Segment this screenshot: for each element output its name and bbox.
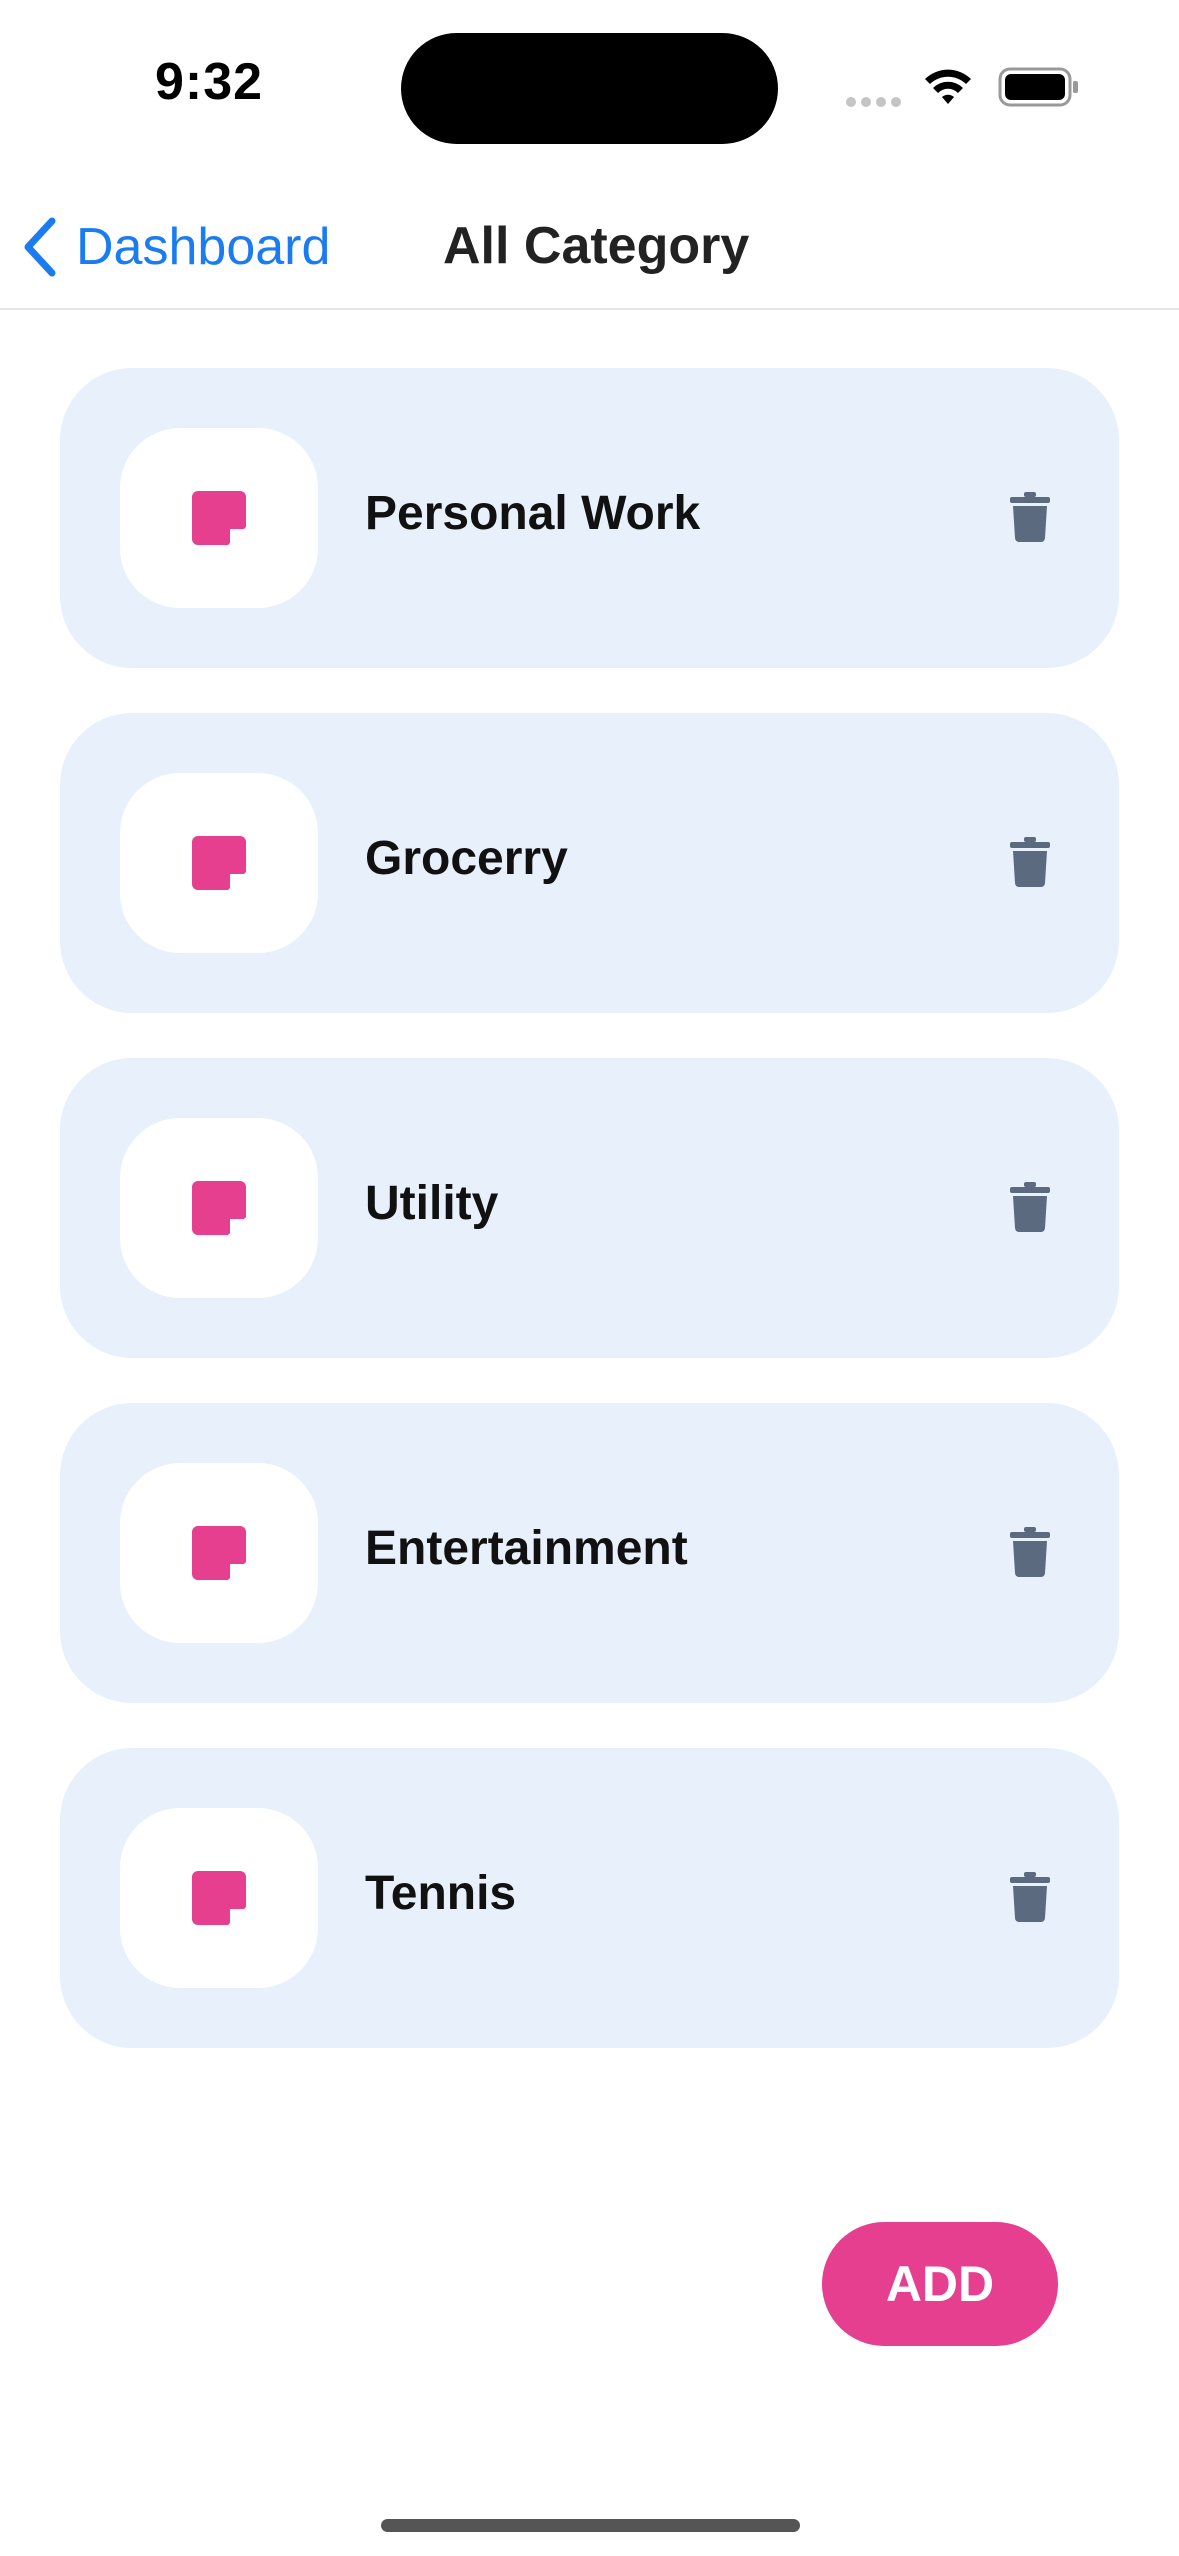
category-icon-tile xyxy=(120,1463,318,1643)
category-list: Personal Work Grocerry Utility Entertain… xyxy=(60,368,1119,2093)
navigation-bar: Dashboard All Category xyxy=(0,170,1179,310)
category-name: Entertainment xyxy=(365,1522,688,1575)
category-name: Grocerry xyxy=(365,832,568,885)
add-button[interactable]: ADD xyxy=(822,2222,1058,2346)
category-icon-tile xyxy=(120,773,318,953)
trash-icon[interactable] xyxy=(1010,837,1050,887)
trash-icon[interactable] xyxy=(1010,1872,1050,1922)
status-time: 9:32 xyxy=(155,53,264,111)
back-button[interactable]: Dashboard xyxy=(22,212,330,282)
category-card[interactable]: Grocerry xyxy=(60,713,1119,1013)
category-card[interactable]: Personal Work xyxy=(60,368,1119,668)
category-name: Utility xyxy=(365,1177,499,1230)
category-icon-tile xyxy=(120,1118,318,1298)
category-name: Personal Work xyxy=(365,487,701,540)
note-icon xyxy=(192,836,246,890)
trash-icon[interactable] xyxy=(1010,1182,1050,1232)
page-title: All Category xyxy=(443,217,750,275)
status-bar: 9:32 xyxy=(0,0,1179,170)
category-card[interactable]: Utility xyxy=(60,1058,1119,1358)
category-card[interactable]: Tennis xyxy=(60,1748,1119,2048)
trash-icon[interactable] xyxy=(1010,1527,1050,1577)
note-icon xyxy=(192,491,246,545)
category-icon-tile xyxy=(120,428,318,608)
wifi-icon xyxy=(925,69,971,104)
category-card[interactable]: Entertainment xyxy=(60,1403,1119,1703)
battery-icon xyxy=(998,67,1078,107)
home-indicator[interactable] xyxy=(381,2519,800,2532)
back-button-label: Dashboard xyxy=(76,218,331,276)
dynamic-island xyxy=(401,33,778,144)
category-name: Tennis xyxy=(365,1867,517,1920)
trash-icon[interactable] xyxy=(1010,492,1050,542)
category-icon-tile xyxy=(120,1808,318,1988)
note-icon xyxy=(192,1181,246,1235)
cellular-signal-icon xyxy=(846,94,906,107)
note-icon xyxy=(192,1871,246,1925)
note-icon xyxy=(192,1526,246,1580)
chevron-left-icon xyxy=(24,217,56,277)
